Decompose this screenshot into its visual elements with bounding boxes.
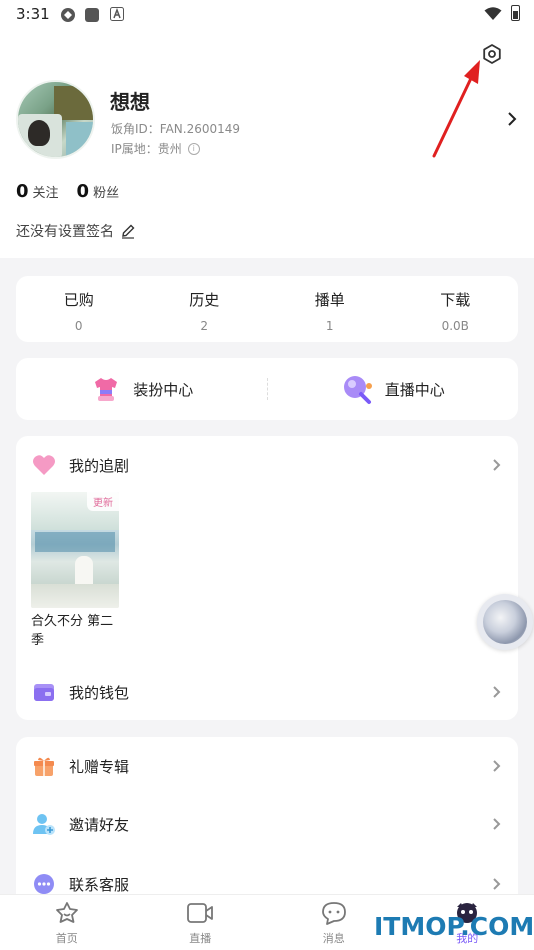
square-icon — [85, 8, 99, 22]
update-badge: 更新 — [87, 492, 119, 511]
live-center-icon — [343, 376, 372, 404]
live-video-icon — [187, 903, 214, 923]
status-time: 3:31 — [16, 5, 50, 23]
wallet-label: 我的钱包 — [69, 683, 130, 702]
stat-history[interactable]: 历史 2 — [142, 276, 268, 342]
chevron-right-icon — [493, 686, 501, 698]
message-icon — [321, 902, 346, 925]
gift-icon — [32, 754, 56, 778]
following-count[interactable]: 0 — [16, 181, 29, 202]
wallet-row[interactable]: 我的钱包 — [16, 677, 518, 707]
sync-icon — [61, 8, 75, 22]
signature[interactable]: 还没有设置签名 — [16, 221, 136, 241]
watermark: ITMOP.COM — [374, 912, 534, 941]
more-card: 礼赠专辑 邀请好友 联系客服 — [16, 737, 518, 907]
ip-label: IP属地： — [111, 142, 158, 156]
tab-home[interactable]: 首页 — [0, 895, 134, 950]
chevron-right-icon — [493, 878, 501, 890]
chevron-right-icon — [493, 459, 501, 471]
following-label[interactable]: 关注 — [33, 182, 59, 201]
gift-album-row[interactable]: 礼赠专辑 — [16, 751, 518, 781]
center-card: 装扮中心 直播中心 — [16, 358, 518, 420]
user-id: 饭角ID：FAN.2600149 — [111, 120, 240, 137]
drama-item[interactable]: 更新 合久不分 第二季 — [31, 492, 119, 650]
tab-live[interactable]: 直播 — [134, 895, 268, 950]
follow-stats: 0 关注 0 粉丝 — [16, 181, 119, 202]
user-id-value: FAN.2600149 — [159, 122, 241, 136]
a-box-icon — [110, 7, 124, 21]
info-icon[interactable]: i — [187, 142, 200, 155]
wifi-icon — [484, 7, 502, 20]
status-bar: 3:31 — [0, 0, 534, 30]
stat-playlist[interactable]: 播单 1 — [267, 276, 393, 342]
stat-purchased[interactable]: 已购 0 — [16, 276, 142, 342]
avatar[interactable] — [16, 80, 95, 159]
fans-count[interactable]: 0 — [77, 181, 90, 202]
nickname: 想想 — [110, 90, 150, 114]
profile-chevron-right-icon[interactable] — [506, 110, 518, 128]
follow-card: 我的追剧 更新 合久不分 第二季 我的钱包 — [16, 436, 518, 720]
drama-poster: 更新 — [31, 492, 119, 608]
home-icon — [55, 902, 78, 923]
profile-header: 3:31 想想 饭角ID：FAN.2600149 IP属地： 贵州 i 0 关注… — [0, 0, 534, 258]
invite-friends-row[interactable]: 邀请好友 — [16, 809, 518, 839]
annotation-arrow-icon — [432, 60, 480, 158]
edit-pencil-icon[interactable] — [120, 223, 136, 239]
user-id-label: 饭角ID： — [111, 122, 160, 136]
invite-user-icon — [32, 812, 56, 836]
dress-up-center-button[interactable]: 装扮中心 — [16, 372, 267, 406]
live-center-button[interactable]: 直播中心 — [268, 372, 519, 406]
battery-icon — [511, 5, 520, 21]
dress-up-icon — [95, 378, 118, 401]
chevron-right-icon — [493, 760, 501, 772]
contact-service-label: 联系客服 — [69, 875, 130, 894]
drama-title: 合久不分 第二季 — [31, 614, 114, 648]
my-follow-title: 我的追剧 — [69, 456, 130, 475]
stat-download[interactable]: 下载 0.0B — [393, 276, 519, 342]
floating-player-thumbnail[interactable] — [477, 594, 533, 650]
invite-friends-label: 邀请好友 — [69, 815, 130, 834]
fans-label[interactable]: 粉丝 — [93, 182, 119, 201]
ip-value: 贵州 — [157, 142, 182, 156]
wallet-icon — [32, 680, 56, 704]
chevron-right-icon — [493, 818, 501, 830]
signature-text: 还没有设置签名 — [16, 224, 114, 240]
heart-icon — [32, 453, 56, 477]
ip-location: IP属地： 贵州 i — [111, 140, 200, 157]
my-follow-row[interactable]: 我的追剧 — [16, 450, 518, 480]
stats-card: 已购 0 历史 2 播单 1 下载 0.0B — [16, 276, 518, 342]
chat-service-icon — [32, 872, 56, 896]
gift-album-label: 礼赠专辑 — [69, 757, 130, 776]
